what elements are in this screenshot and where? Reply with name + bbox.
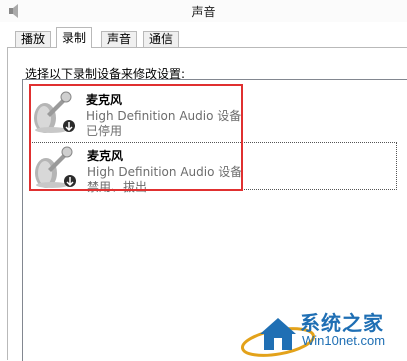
tab-communications[interactable]: 通信	[143, 31, 180, 47]
microphone-icon	[34, 91, 75, 133]
tab-sounds[interactable]: 声音	[101, 31, 138, 47]
device-status: 禁用、拔出	[87, 180, 148, 194]
watermark-url: Win10net.com	[302, 333, 386, 348]
device-item-microphone-2[interactable]: 麦克风 High Definition Audio 设备 禁用、拔出	[29, 142, 397, 194]
tab-bar: 播放 录制 声音 通信	[0, 22, 407, 48]
title-bar: 声音	[0, 0, 407, 22]
device-item-microphone-1[interactable]: 麦克风 High Definition Audio 设备 已停用	[31, 88, 393, 138]
device-status: 已停用	[86, 124, 123, 138]
tab-playback[interactable]: 播放	[15, 31, 52, 47]
watermark-brand: 系统之家	[300, 311, 384, 335]
device-name: 麦克风	[87, 149, 124, 163]
device-name: 麦克风	[86, 93, 123, 107]
window-title: 声音	[191, 5, 216, 19]
tab-recording[interactable]: 录制	[56, 27, 93, 48]
microphone-icon	[35, 146, 76, 188]
